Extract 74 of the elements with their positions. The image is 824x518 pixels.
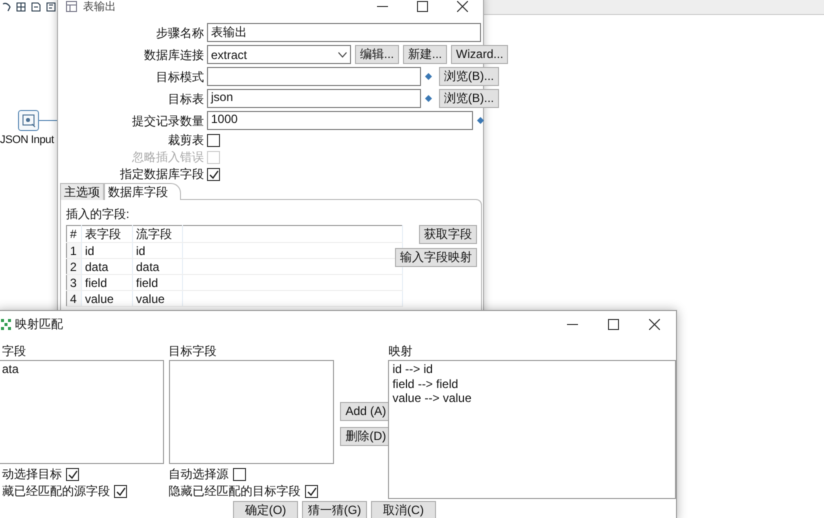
- option-label: 隐藏已经匹配的目标字段: [168, 483, 301, 500]
- dialog-button[interactable]: 获取字段: [419, 225, 477, 244]
- maximize-icon[interactable]: [417, 0, 428, 12]
- dialog-button[interactable]: 输入字段映射: [395, 248, 477, 267]
- checkbox[interactable]: [304, 485, 318, 498]
- close-icon[interactable]: [457, 0, 468, 12]
- window-title: 映射匹配: [15, 316, 64, 333]
- table-cell: data: [132, 258, 182, 274]
- checkbox[interactable]: [207, 168, 220, 180]
- dialog-button[interactable]: 确定(O): [233, 501, 298, 518]
- dialog-button[interactable]: 新建...: [403, 45, 448, 64]
- option-label: 自动选择源: [168, 466, 229, 483]
- list-item[interactable]: id --> id: [392, 362, 672, 376]
- checkbox[interactable]: [114, 485, 127, 498]
- field-label: 指定数据库字段: [119, 167, 204, 181]
- node-label: JSON Input: [0, 134, 54, 146]
- text-field[interactable]: json: [207, 89, 421, 108]
- table-icon: [66, 0, 77, 12]
- dialog-button[interactable]: 浏览(B)...: [439, 89, 499, 108]
- table-cell: id: [132, 242, 182, 258]
- table-cell: value: [82, 290, 132, 306]
- window-title: 表输出: [83, 0, 117, 14]
- field-label: 步骤名称: [155, 26, 204, 40]
- text-field[interactable]: 表输出: [207, 23, 481, 42]
- list-box[interactable]: id --> id field --> field value --> value: [388, 360, 676, 499]
- dropdown-value: extract: [211, 48, 248, 62]
- close-icon[interactable]: [649, 319, 660, 330]
- column-header[interactable]: 流字段: [132, 226, 182, 242]
- grid-logo-icon: [1, 319, 11, 330]
- list-box[interactable]: ata: [0, 360, 164, 464]
- tab[interactable]: 数据库字段: [104, 183, 181, 200]
- dialog-button[interactable]: 猜一猜(G): [302, 501, 367, 518]
- field-label: 提交记录数量: [131, 114, 204, 128]
- table-cell: value: [132, 290, 182, 306]
- table-cell: field: [132, 274, 182, 290]
- dialog-button[interactable]: 浏览(B)...: [439, 67, 499, 86]
- field-label: 目标表: [167, 92, 204, 106]
- list-label: 映射: [388, 343, 414, 360]
- text-field[interactable]: 1000: [207, 111, 473, 130]
- text-field[interactable]: [207, 67, 421, 86]
- grid-icon[interactable]: [16, 2, 26, 12]
- checkbox[interactable]: [232, 468, 246, 481]
- option-label: 藏已经匹配的源字段: [2, 483, 110, 500]
- row-number: 1: [66, 242, 82, 258]
- list-label: 字段: [1, 343, 27, 360]
- dialog-button[interactable]: Wizard...: [451, 45, 508, 64]
- list-item[interactable]: field --> field: [392, 376, 672, 391]
- field-label: 数据库连接: [143, 48, 204, 62]
- dialog-button[interactable]: 取消(C): [371, 501, 436, 518]
- table-cell: field: [82, 274, 132, 290]
- checkbox[interactable]: [66, 468, 79, 481]
- document-icon[interactable]: [46, 2, 56, 12]
- list-item[interactable]: ata: [2, 362, 160, 376]
- row-number: 3: [66, 274, 82, 290]
- section-label: 插入的字段:: [66, 206, 130, 223]
- column-header[interactable]: 表字段: [82, 226, 132, 242]
- document-icon[interactable]: [31, 2, 41, 12]
- table-cell: data: [82, 258, 132, 274]
- list-item[interactable]: value --> value: [392, 391, 672, 406]
- dialog-button[interactable]: 编辑...: [355, 45, 400, 64]
- option-label: 动选择目标: [2, 466, 62, 483]
- list-label: 目标字段: [168, 343, 218, 360]
- row-number: 2: [66, 258, 82, 274]
- row-number: 4: [66, 290, 82, 306]
- field-label: 目标模式: [155, 70, 204, 84]
- checkbox[interactable]: [207, 134, 220, 146]
- field-label: 裁剪表: [167, 133, 204, 147]
- chevron-down-icon: [338, 52, 347, 58]
- field-label: 忽略插入错误: [131, 150, 204, 164]
- node-box[interactable]: [18, 110, 39, 131]
- dropdown[interactable]: extract: [207, 45, 351, 64]
- maximize-icon[interactable]: [608, 319, 619, 330]
- table-cell: id: [82, 242, 132, 258]
- tab[interactable]: 主选项: [60, 183, 104, 200]
